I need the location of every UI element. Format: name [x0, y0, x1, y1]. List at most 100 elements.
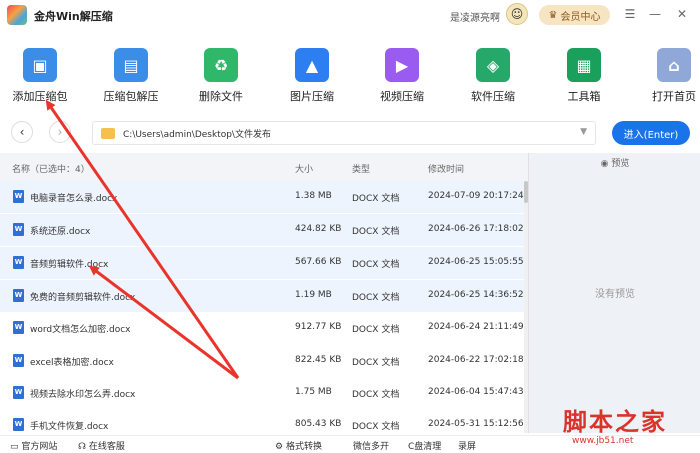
title-bar: 金舟Win解压缩 是凌源亮啊 ☺ ♛ 会员中心 ☰ — ✕: [0, 0, 700, 32]
path-input[interactable]: C:\Users\admin\Desktop\文件发布 ▼: [92, 121, 596, 145]
support-label: 在线客服: [88, 442, 125, 452]
file-mtime: 2024-06-24 21:11:49: [428, 322, 524, 332]
image-compress-button[interactable]: ▲ 图片压缩: [272, 36, 352, 106]
watermark-logo: 脚本之家: [563, 407, 667, 436]
file-size: 1.75 MB: [295, 387, 332, 397]
file-name: excel表格加密.docx: [30, 358, 114, 368]
file-type: DOCX 文档: [352, 358, 400, 368]
extract-archive-button[interactable]: ▤ 压缩包解压: [91, 36, 171, 106]
recycle-icon: ♻: [204, 48, 238, 82]
file-type: DOCX 文档: [352, 325, 400, 335]
add-archive-button[interactable]: ▣ 添加压缩包: [0, 36, 80, 106]
user-name[interactable]: 是凌源亮啊: [450, 9, 500, 24]
file-type: DOCX 文档: [352, 194, 400, 204]
file-size: 1.38 MB: [295, 191, 332, 201]
video-icon: ▶: [385, 48, 419, 82]
file-name: 视频去除水印怎么弄.docx: [30, 390, 136, 400]
multi-open-link[interactable]: 微信多开: [353, 439, 389, 452]
vip-center-label: 会员中心: [560, 11, 601, 23]
file-type: DOCX 文档: [352, 260, 400, 270]
chevron-down-icon[interactable]: ▼: [580, 127, 587, 137]
extract-icon: ▤: [114, 48, 148, 82]
preview-pane: ◉ 预览 没有预览: [528, 153, 700, 433]
word-file-icon: W: [13, 418, 24, 431]
list-header: 名称（已选中：4） 大小 类型 修改时间: [0, 153, 528, 181]
vip-center-button[interactable]: ♛ 会员中心: [539, 5, 610, 25]
file-mtime: 2024-06-26 17:18:02: [428, 224, 524, 234]
file-type: DOCX 文档: [352, 227, 400, 237]
table-row[interactable]: W 电脑录音怎么录.docx 1.38 MB DOCX 文档 2024-07-0…: [0, 181, 524, 213]
table-row[interactable]: W 手机文件恢复.docx 805.43 KB DOCX 文档 2024-05-…: [0, 409, 524, 433]
no-preview-text: 没有预览: [595, 289, 635, 300]
back-button[interactable]: ‹: [11, 121, 33, 143]
word-file-icon: W: [13, 354, 24, 367]
support-link[interactable]: ☊ 在线客服: [78, 439, 125, 452]
c-clean-link[interactable]: C盘清理: [408, 439, 441, 452]
word-file-icon: W: [13, 190, 24, 203]
enter-button[interactable]: 进入(Enter): [612, 121, 690, 145]
column-type[interactable]: 类型: [352, 162, 370, 175]
minimize-icon[interactable]: —: [647, 6, 663, 22]
file-size: 805.43 KB: [295, 419, 342, 429]
file-mtime: 2024-06-25 15:05:55: [428, 257, 524, 267]
file-list: 名称（已选中：4） 大小 类型 修改时间 W 电脑录音怎么录.docx 1.38…: [0, 153, 528, 433]
file-mtime: 2024-06-25 14:36:52: [428, 290, 524, 300]
gear-icon: ⚙: [275, 442, 284, 452]
headset-icon: ☊: [78, 442, 86, 452]
file-mtime: 2024-06-04 15:47:43: [428, 387, 524, 397]
website-link[interactable]: ▭ 官方网站: [10, 439, 57, 452]
column-size[interactable]: 大小: [295, 162, 313, 175]
close-icon[interactable]: ✕: [674, 6, 690, 22]
word-file-icon: W: [13, 256, 24, 269]
table-row[interactable]: W 视频去除水印怎么弄.docx 1.75 MB DOCX 文档 2024-06…: [0, 377, 524, 409]
table-row[interactable]: W word文档怎么加密.docx 912.77 KB DOCX 文档 2024…: [0, 312, 524, 344]
file-size: 822.45 KB: [295, 355, 342, 365]
image-compress-label: 图片压缩: [290, 90, 334, 103]
forward-button[interactable]: ›: [49, 121, 71, 143]
format-convert-link[interactable]: ⚙ 格式转换: [275, 439, 322, 452]
add-archive-label: 添加压缩包: [12, 90, 68, 103]
column-name[interactable]: 名称（已选中：4）: [12, 162, 90, 175]
video-compress-button[interactable]: ▶ 视频压缩: [362, 36, 442, 106]
globe-icon: ▭: [10, 442, 19, 452]
preview-header: ◉ 预览: [529, 153, 700, 175]
image-icon: ▲: [295, 48, 329, 82]
table-row[interactable]: W 音频剪辑软件.docx 567.66 KB DOCX 文档 2024-06-…: [0, 247, 524, 279]
crown-icon: ♛: [548, 9, 558, 21]
delete-file-label: 删除文件: [199, 90, 243, 103]
table-row[interactable]: W excel表格加密.docx 822.45 KB DOCX 文档 2024-…: [0, 345, 524, 377]
file-mtime: 2024-07-09 20:17:24: [428, 191, 524, 201]
avatar[interactable]: ☺: [506, 3, 528, 25]
file-name: 手机文件恢复.docx: [30, 422, 109, 432]
software-icon: ◈: [476, 48, 510, 82]
file-type: DOCX 文档: [352, 422, 400, 432]
file-name: 音频剪辑软件.docx: [30, 260, 109, 270]
file-size: 567.66 KB: [295, 257, 342, 267]
home-icon: ⌂: [657, 48, 691, 82]
file-type: DOCX 文档: [352, 390, 400, 400]
website-label: 官方网站: [21, 442, 58, 452]
table-row[interactable]: W 系统还原.docx 424.82 KB DOCX 文档 2024-06-26…: [0, 214, 524, 246]
file-name: 电脑录音怎么录.docx: [30, 194, 118, 204]
toolbox-label: 工具箱: [567, 90, 601, 103]
path-text: C:\Users\admin\Desktop\文件发布: [123, 130, 271, 140]
eye-icon: ◉: [600, 159, 609, 169]
word-file-icon: W: [13, 386, 24, 399]
word-file-icon: W: [13, 289, 24, 302]
open-home-button[interactable]: ⌂ 打开首页: [634, 36, 700, 106]
toolbox-button[interactable]: ▦ 工具箱: [544, 36, 624, 106]
file-mtime: 2024-05-31 15:12:56: [428, 419, 524, 429]
column-mtime[interactable]: 修改时间: [428, 162, 464, 175]
file-mtime: 2024-06-22 17:02:18: [428, 355, 524, 365]
video-compress-label: 视频压缩: [380, 90, 424, 103]
table-row[interactable]: W 免费的音频剪辑软件.docx 1.19 MB DOCX 文档 2024-06…: [0, 280, 524, 312]
preview-title: 预览: [611, 159, 630, 169]
path-bar: ‹ › C:\Users\admin\Desktop\文件发布 ▼ 进入(Ent…: [0, 118, 700, 148]
record-link[interactable]: 录屏: [458, 439, 476, 452]
software-compress-button[interactable]: ◈ 软件压缩: [453, 36, 533, 106]
delete-file-button[interactable]: ♻ 删除文件: [181, 36, 261, 106]
file-size: 424.82 KB: [295, 224, 342, 234]
menu-icon[interactable]: ☰: [622, 6, 638, 22]
watermark-url: www.jb51.net: [572, 436, 634, 446]
extract-archive-label: 压缩包解压: [103, 90, 159, 103]
